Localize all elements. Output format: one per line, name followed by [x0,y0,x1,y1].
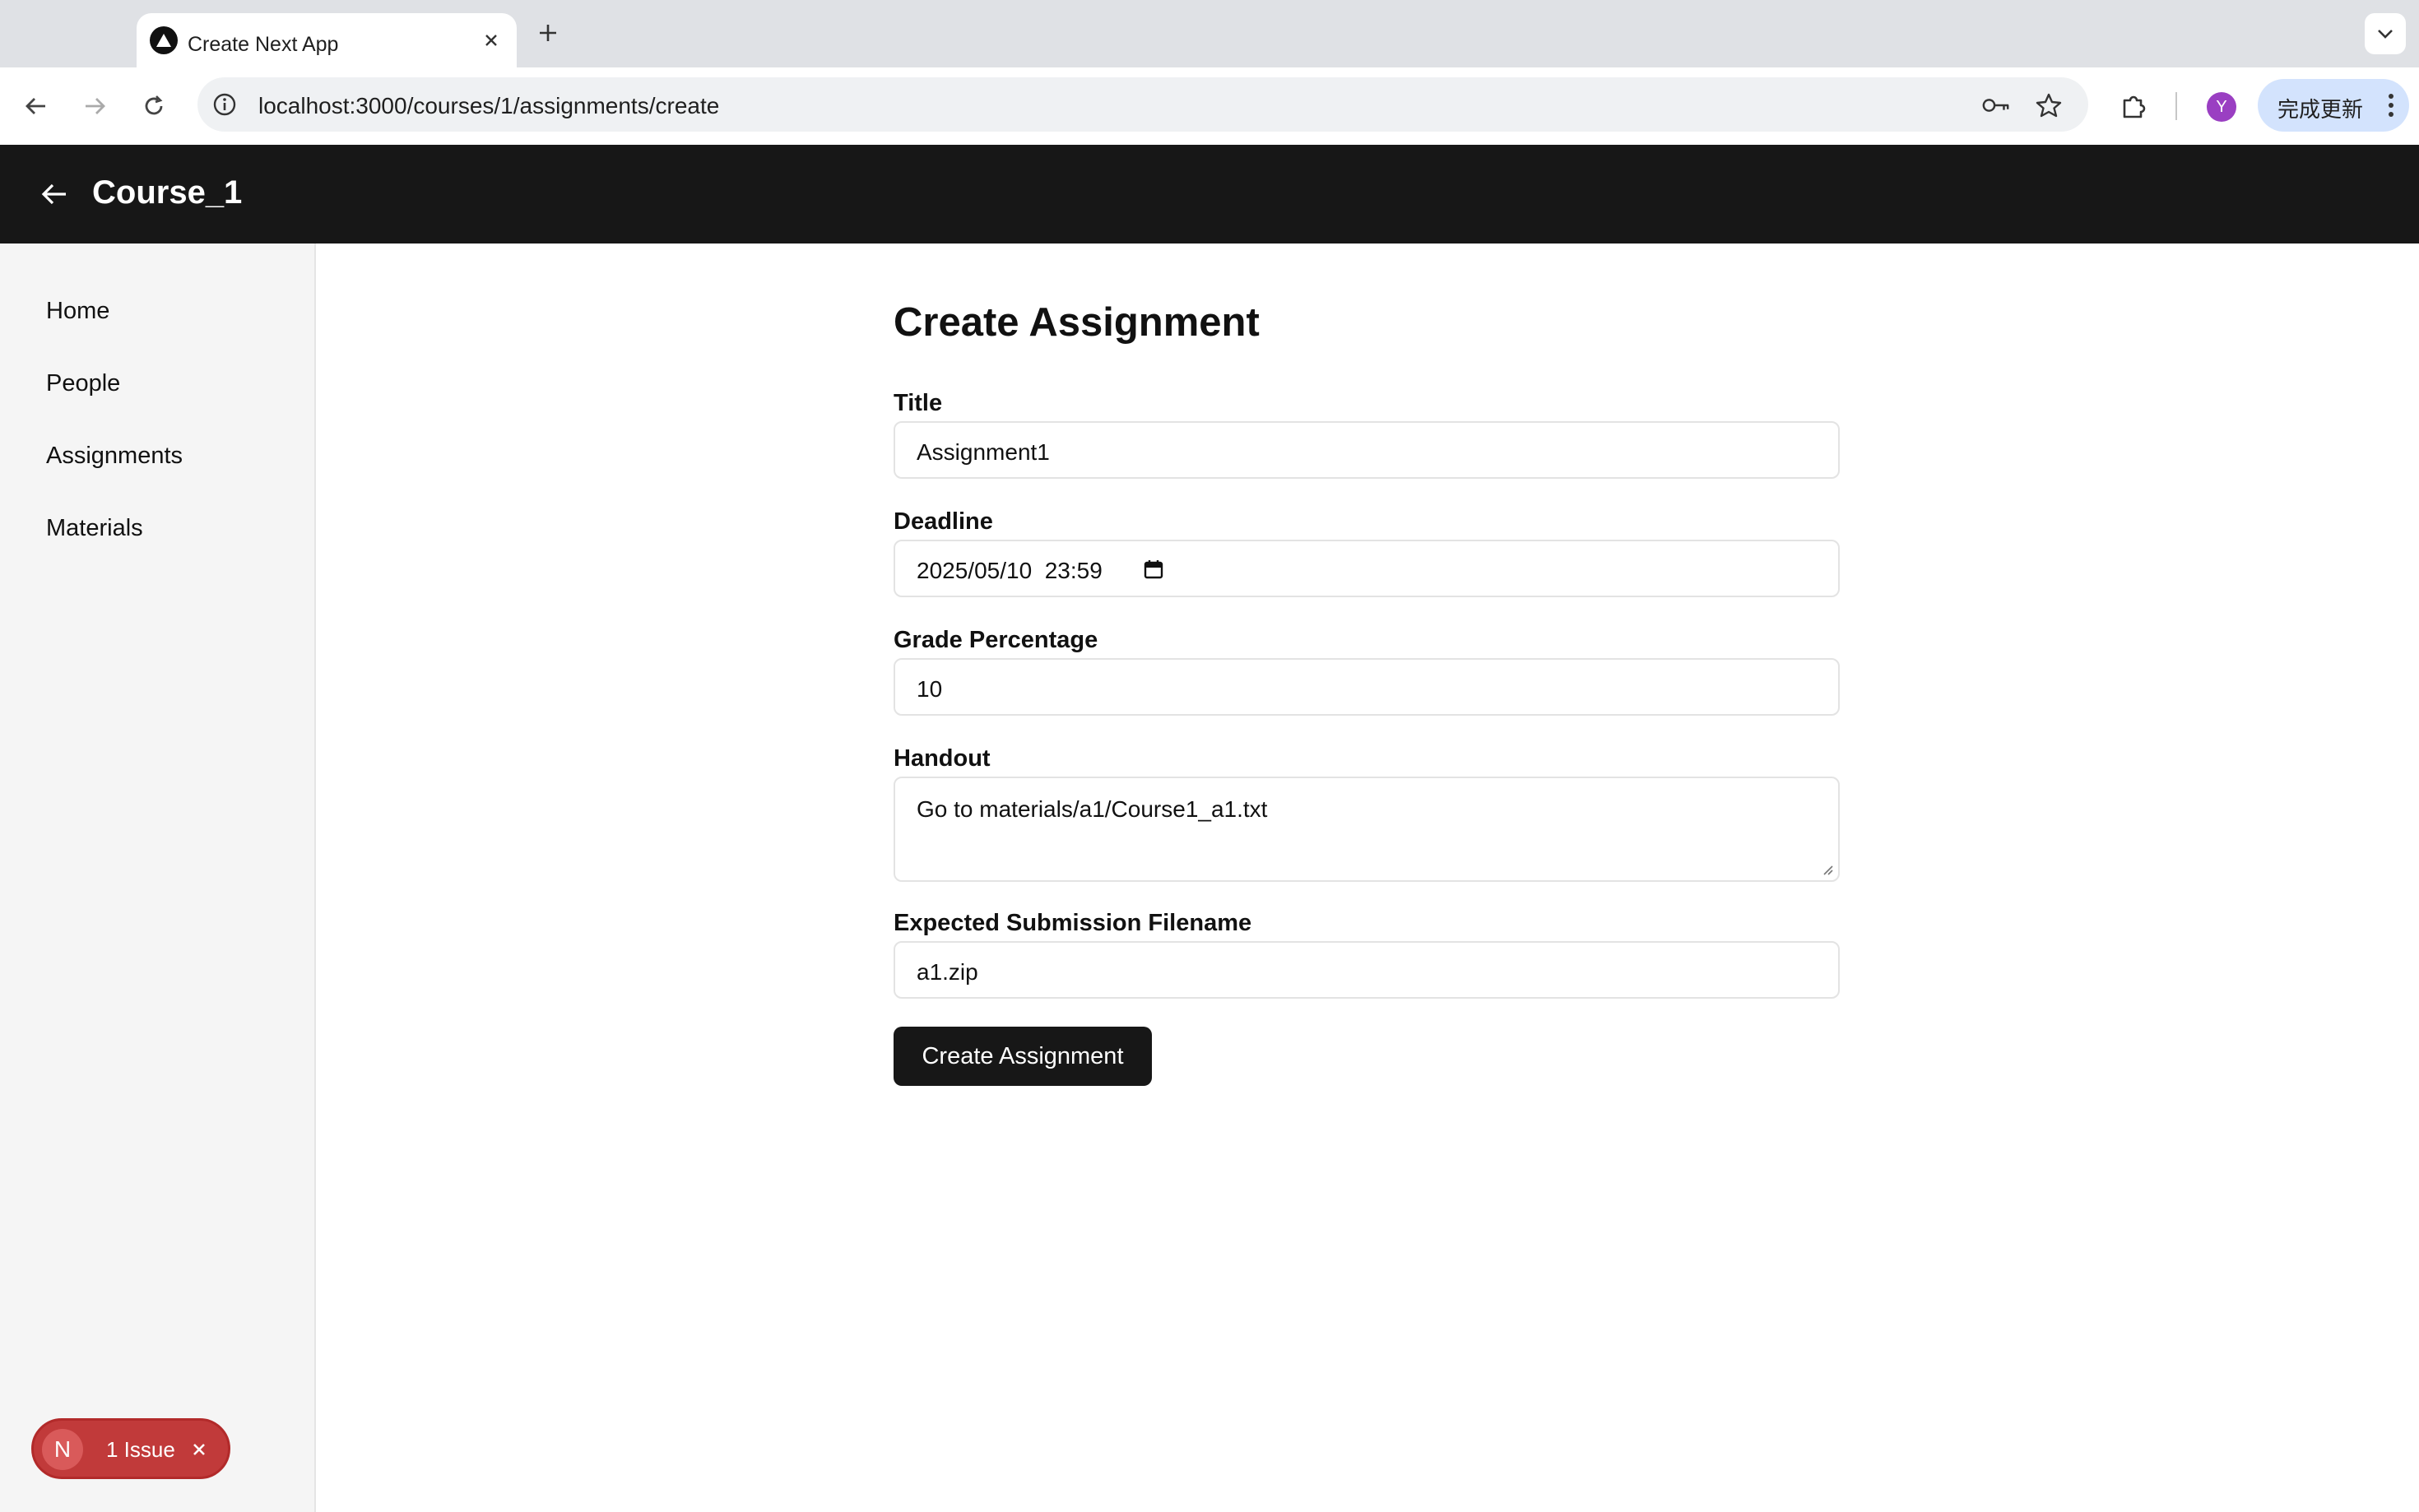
password-key-icon[interactable] [1981,90,2011,120]
site-info-icon[interactable] [211,90,239,118]
title-label: Title [894,390,943,416]
kebab-menu-icon[interactable] [2383,90,2399,120]
forward-icon[interactable] [76,87,114,125]
deadline-input[interactable]: 2025/05/10 23:59 [894,540,1840,597]
sidebar-item-people[interactable]: People [46,370,120,397]
tab-title: Create Next App [188,33,339,56]
dismiss-close-icon[interactable] [187,1437,211,1462]
resize-handle-icon[interactable] [1820,862,1833,875]
grade-percentage-label: Grade Percentage [894,627,1098,653]
issue-count-label[interactable]: 1 Issue [106,1437,175,1463]
update-button[interactable]: 完成更新 [2258,79,2409,132]
deadline-label: Deadline [894,508,993,535]
nextjs-logo-icon: N [42,1429,83,1470]
title-input-value: Assignment1 [917,439,1050,465]
sidebar-item-assignments[interactable]: Assignments [46,443,183,470]
reload-icon[interactable] [135,87,173,125]
url-text[interactable]: localhost:3000/courses/1/assignments/cre… [258,93,719,119]
sidebar: Home People Assignments Materials [0,243,316,1512]
submission-filename-value: a1.zip [917,959,978,985]
sidebar-item-materials[interactable]: Materials [46,515,143,542]
extensions-puzzle-icon[interactable] [2116,89,2151,123]
grade-percentage-input[interactable]: 10 [894,658,1840,716]
submission-filename-label: Expected Submission Filename [894,910,1252,936]
app-header: Course_1 [0,145,2419,243]
grade-percentage-value: 10 [917,676,943,702]
new-tab-plus-icon[interactable] [532,16,564,49]
sidebar-item-home[interactable]: Home [46,298,109,325]
deadline-input-value: 2025/05/10 23:59 [917,558,1103,583]
title-input[interactable]: Assignment1 [894,421,1840,479]
create-assignment-button[interactable]: Create Assignment [894,1027,1152,1086]
bookmark-star-icon[interactable] [2034,90,2064,120]
profile-avatar[interactable]: Y [2207,92,2236,122]
update-button-label: 完成更新 [2277,97,2364,122]
nextjs-triangle-icon [150,26,178,54]
handout-label: Handout [894,745,991,772]
tab-search-chevron-icon[interactable] [2365,13,2406,54]
back-icon[interactable] [17,87,55,125]
handout-textarea[interactable]: Go to materials/a1/Course1_a1.txt [894,777,1840,882]
submission-filename-input[interactable]: a1.zip [894,941,1840,999]
course-title: Course_1 [92,174,243,211]
page-title: Create Assignment [894,300,1260,345]
browser-tab[interactable]: Create Next App [137,13,517,67]
browser-toolbar: localhost:3000/courses/1/assignments/cre… [0,67,2419,145]
back-arrow-icon[interactable] [36,176,72,212]
address-bar[interactable]: localhost:3000/courses/1/assignments/cre… [197,77,2088,132]
close-tab-icon[interactable] [477,26,505,54]
calendar-icon[interactable] [1142,558,1165,581]
toolbar-divider [2175,92,2177,120]
handout-value: Go to materials/a1/Course1_a1.txt [917,796,1268,822]
browser-tab-strip: Create Next App [0,0,2419,67]
nextjs-issue-badge[interactable]: N 1 Issue [31,1418,230,1479]
